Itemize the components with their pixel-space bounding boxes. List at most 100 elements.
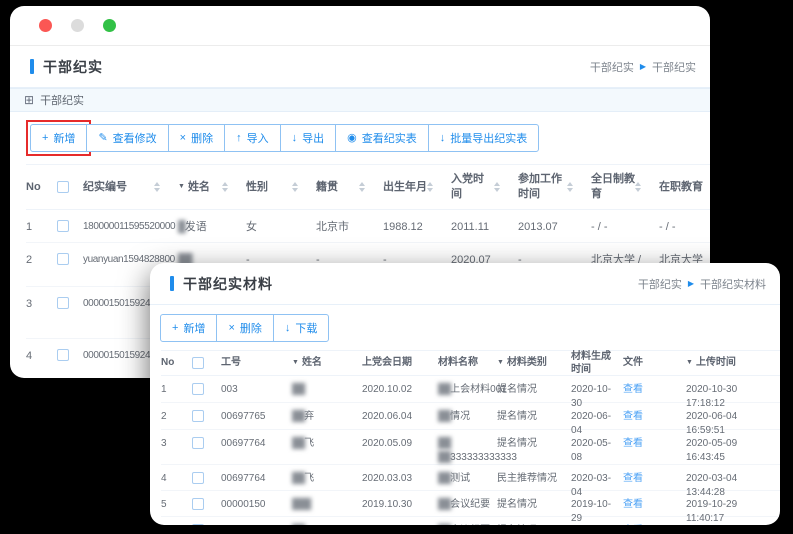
toolbar-button-view-record-sheet[interactable]: ◉查看纪实表 [335, 124, 429, 152]
redacted-text: ██ [438, 452, 450, 463]
select-all-checkbox[interactable] [192, 357, 204, 369]
cell-text: 2019.10.30 [362, 499, 412, 510]
table-header-cell-upload_time[interactable]: ▼上传时间 [686, 356, 780, 370]
table-cell-material_name: ██上会材料001 [438, 383, 497, 397]
breadcrumb-arrow-icon: ▶ [688, 280, 694, 288]
table-header-cell-no: No [161, 356, 192, 370]
toolbar-button-label: 新增 [183, 320, 205, 336]
redacted-text: ██ [292, 384, 304, 395]
filter-icon[interactable]: ▼ [686, 358, 693, 367]
sort-carets-icon[interactable] [359, 182, 365, 192]
toolbar-button-view-edit[interactable]: ✎查看修改 [86, 124, 168, 152]
breadcrumb-item[interactable]: 干部纪实 [638, 276, 682, 292]
table-header-cell-native_place[interactable]: 籍贯 [316, 180, 383, 195]
table-header-cell-party_join_date[interactable]: 入党时间 [451, 172, 518, 202]
view-file-link[interactable]: 查看 [623, 438, 643, 449]
toolbar-button-download[interactable]: ↓下载 [273, 314, 330, 342]
sort-carets-icon[interactable] [292, 182, 298, 192]
close-window-button[interactable] [39, 19, 52, 32]
row-checkbox-cell [57, 253, 83, 270]
row-checkbox[interactable] [192, 524, 204, 525]
cell-text: 提名情况 [497, 384, 537, 395]
table-cell-material_type: 民主推荐情况 [497, 472, 571, 486]
table-cell-name: ██弃 [292, 410, 362, 424]
column-label: 文件 [623, 356, 643, 370]
sort-carets-icon[interactable] [494, 182, 500, 192]
table-header-cell-fulltime_education[interactable]: 全日制教育 [591, 172, 659, 202]
upload-icon: ↑ [236, 133, 242, 144]
redacted-text: ██ [292, 411, 304, 422]
redacted-text: █ [178, 221, 185, 233]
table-cell-material_type: 提名情况 [497, 524, 571, 525]
filter-icon[interactable]: ▼ [178, 182, 185, 191]
table-header-cell-name[interactable]: ▼姓名 [178, 180, 246, 195]
filter-icon[interactable]: ▼ [497, 358, 504, 367]
toolbar-button-export[interactable]: ↓导出 [280, 124, 337, 152]
row-checkbox-cell [192, 498, 221, 515]
table-cell-meeting_date: 2020.06.04 [362, 410, 438, 424]
table-cell-upload_time: 2020-03-04 13:44:28 [686, 472, 780, 499]
select-all-header-cell [57, 181, 83, 193]
table-cell-meeting_date: 2019.10.30 [362, 498, 438, 512]
row-checkbox[interactable] [192, 472, 204, 484]
toolbar-button-label: 删除 [240, 320, 262, 336]
minimize-window-button[interactable] [71, 19, 84, 32]
cell-text: 北京市 [316, 221, 349, 233]
table-cell-no: 2 [26, 253, 57, 268]
view-file-link[interactable]: 查看 [623, 499, 643, 510]
table-cell-generated_date: 2020-10-30 [571, 383, 623, 410]
row-checkbox[interactable] [57, 253, 69, 265]
sort-carets-icon[interactable] [222, 182, 228, 192]
table-header-cell-employee_id: 工号 [221, 356, 292, 370]
view-file-link[interactable]: 查看 [623, 384, 643, 395]
row-checkbox[interactable] [192, 383, 204, 395]
row-checkbox[interactable] [57, 297, 69, 309]
row-checkbox-cell [57, 349, 83, 366]
row-checkbox[interactable] [57, 220, 69, 232]
table-header-cell-material_type[interactable]: ▼材料类别 [497, 356, 571, 370]
cell-text: 1988.12 [383, 221, 423, 233]
table-cell-upload_time: 2020-05-09 16:43:45 [686, 437, 780, 464]
table-cell-no: 6 [161, 524, 192, 525]
table-header-cell-birth_date[interactable]: 出生年月 [383, 180, 451, 195]
table-cell-no: 4 [26, 349, 57, 364]
sort-carets-icon[interactable] [154, 182, 160, 192]
table-header-cell-record_id[interactable]: 纪实编号 [83, 180, 178, 195]
cell-text: 2020.03.03 [362, 473, 412, 484]
page-header: 干部纪实 干部纪实 ▶ 干部纪实 [10, 46, 710, 88]
sort-carets-icon[interactable] [567, 182, 573, 192]
row-checkbox[interactable] [57, 349, 69, 361]
toolbar-button-import[interactable]: ↑导入 [224, 124, 281, 152]
sort-carets-icon[interactable] [427, 182, 433, 192]
row-checkbox[interactable] [192, 410, 204, 422]
toolbar-button-add[interactable]: + 新增 [160, 314, 217, 342]
table-header-cell-name[interactable]: ▼姓名 [292, 356, 362, 370]
toolbar-button-label: 查看纪实表 [362, 130, 417, 146]
filter-icon[interactable]: ▼ [292, 358, 299, 367]
cell-text: 女 [246, 221, 257, 233]
sort-carets-icon[interactable] [635, 182, 641, 192]
table-header-cell-gender[interactable]: 性别 [246, 180, 316, 195]
edit-icon: ✎ [98, 133, 107, 144]
cell-text: 4 [161, 473, 167, 484]
view-file-link[interactable]: 查看 [623, 473, 643, 484]
row-checkbox[interactable] [192, 437, 204, 449]
download-icon: ↓ [440, 133, 446, 144]
toolbar-button-batch-export-record-sheets[interactable]: ↓批量导出纪实表 [428, 124, 540, 152]
plus-icon: + [172, 323, 178, 334]
table-cell-upload_time: 2019-10-29 11:40:17 [686, 524, 780, 525]
table-cell-employee_id: 00697764 [221, 437, 292, 451]
toolbar-button-delete[interactable]: ×删除 [168, 124, 225, 152]
row-checkbox[interactable] [192, 498, 204, 510]
view-file-link[interactable]: 查看 [623, 411, 643, 422]
breadcrumb-item[interactable]: 干部纪实 [590, 59, 634, 75]
cell-text: 2020.10.02 [362, 384, 412, 395]
redacted-text: ██ [438, 384, 450, 395]
toolbar-button-add[interactable]: +新增 [30, 124, 87, 152]
table-header-cell-work_start_date[interactable]: 参加工作时间 [518, 172, 591, 202]
select-all-checkbox[interactable] [57, 181, 69, 193]
window-cadre-record-materials: 干部纪实材料 干部纪实 ▶ 干部纪实材料 +新增×删除↓下载 No工号▼姓名上党… [150, 263, 780, 525]
toolbar-button-delete[interactable]: ×删除 [216, 314, 273, 342]
cell-text: 003 [221, 384, 238, 395]
maximize-window-button[interactable] [103, 19, 116, 32]
